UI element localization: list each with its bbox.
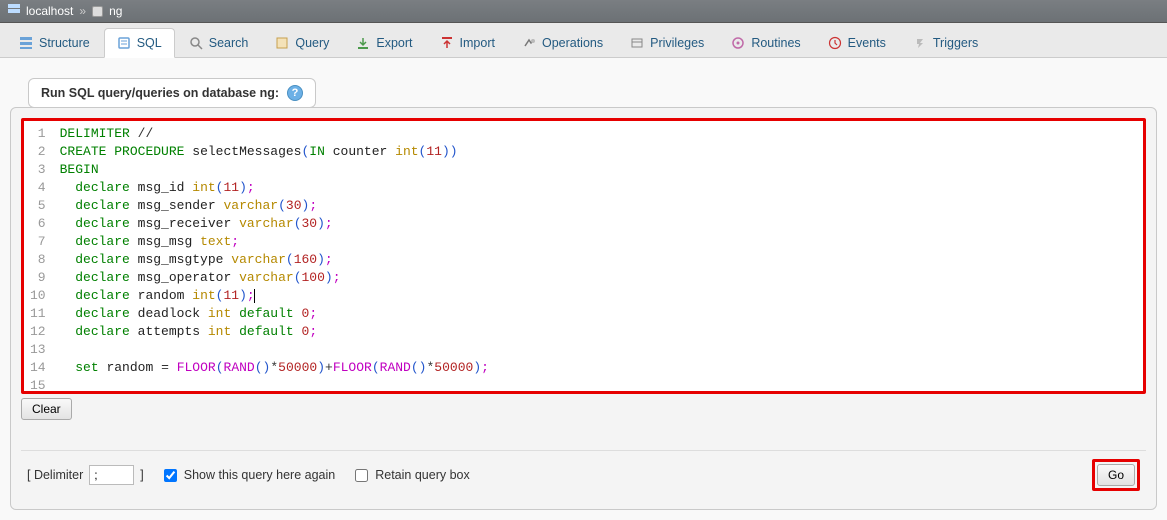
- line-number: 14: [30, 359, 46, 377]
- go-button-highlight: Go: [1092, 459, 1140, 491]
- code-line[interactable]: DELIMITER //: [60, 125, 1137, 143]
- tab-triggers[interactable]: Triggers: [900, 27, 991, 57]
- delimiter-label-open: [ Delimiter: [27, 468, 83, 482]
- clear-button[interactable]: Clear: [21, 398, 72, 420]
- line-number: 15: [30, 377, 46, 391]
- code-line[interactable]: [60, 377, 1137, 391]
- code-line[interactable]: declare msg_msg text;: [60, 233, 1137, 251]
- server-icon: [8, 4, 20, 18]
- tab-label-structure: Structure: [39, 36, 90, 50]
- tab-label-routines: Routines: [751, 36, 800, 50]
- code-line[interactable]: CREATE PROCEDURE selectMessages(IN count…: [60, 143, 1137, 161]
- line-number: 2: [30, 143, 46, 161]
- code-line[interactable]: declare attempts int default 0;: [60, 323, 1137, 341]
- tab-label-triggers: Triggers: [933, 36, 978, 50]
- line-number: 11: [30, 305, 46, 323]
- tab-routines[interactable]: Routines: [718, 27, 813, 57]
- tab-label-events: Events: [848, 36, 886, 50]
- tab-label-operations: Operations: [542, 36, 603, 50]
- nav-tabs: Structure SQL Search Query Export Import Opera…: [0, 23, 1167, 58]
- tab-label-privileges: Privileges: [650, 36, 704, 50]
- code-line[interactable]: declare random int(11);: [60, 287, 1137, 305]
- tab-label-export: Export: [376, 36, 412, 50]
- tab-operations[interactable]: Operations: [509, 27, 616, 57]
- code-line[interactable]: declare msg_sender varchar(30);: [60, 197, 1137, 215]
- import-icon: [440, 36, 454, 50]
- tab-label-import: Import: [460, 36, 495, 50]
- export-icon: [356, 36, 370, 50]
- sql-code-area[interactable]: DELIMITER //CREATE PROCEDURE selectMessa…: [54, 121, 1143, 391]
- code-line[interactable]: set random = FLOOR(RAND()*50000)+FLOOR(R…: [60, 359, 1137, 377]
- line-number: 3: [30, 161, 46, 179]
- line-number: 12: [30, 323, 46, 341]
- sql-panel-body: 123456789101112131415 DELIMITER //CREATE…: [10, 107, 1157, 510]
- show-again-label: Show this query here again: [184, 468, 335, 482]
- breadcrumb-server-link[interactable]: localhost: [26, 4, 73, 18]
- database-icon: [92, 6, 103, 17]
- tab-search[interactable]: Search: [176, 27, 262, 57]
- query-icon: [275, 36, 289, 50]
- code-line[interactable]: declare msg_receiver varchar(30);: [60, 215, 1137, 233]
- line-number-gutter: 123456789101112131415: [24, 121, 54, 391]
- sql-editor-frame: 123456789101112131415 DELIMITER //CREATE…: [21, 118, 1146, 394]
- tab-structure[interactable]: Structure: [6, 27, 103, 57]
- line-number: 9: [30, 269, 46, 287]
- sql-panel-title: Run SQL query/queries on database ng:: [41, 86, 279, 100]
- operations-icon: [522, 36, 536, 50]
- breadcrumb-database-link[interactable]: ng: [109, 4, 122, 18]
- retain-label: Retain query box: [375, 468, 470, 482]
- tab-query[interactable]: Query: [262, 27, 342, 57]
- retain-wrap[interactable]: Retain query box: [351, 466, 470, 485]
- tab-events[interactable]: Events: [815, 27, 899, 57]
- go-button[interactable]: Go: [1097, 464, 1135, 486]
- delimiter-input[interactable]: [89, 465, 134, 485]
- code-line[interactable]: declare msg_operator varchar(100);: [60, 269, 1137, 287]
- tab-label-search: Search: [209, 36, 249, 50]
- routines-icon: [731, 36, 745, 50]
- sql-icon: [117, 36, 131, 50]
- help-icon[interactable]: ?: [287, 85, 303, 101]
- tab-privileges[interactable]: Privileges: [617, 27, 717, 57]
- line-number: 10: [30, 287, 46, 305]
- triggers-icon: [913, 36, 927, 50]
- tab-label-query: Query: [295, 36, 329, 50]
- line-number: 1: [30, 125, 46, 143]
- search-icon: [189, 36, 203, 50]
- sql-options-bar: [ Delimiter ] Show this query here again…: [21, 450, 1146, 499]
- line-number: 4: [30, 179, 46, 197]
- code-line[interactable]: BEGIN: [60, 161, 1137, 179]
- breadcrumb-separator: »: [79, 4, 86, 18]
- events-icon: [828, 36, 842, 50]
- structure-icon: [19, 36, 33, 50]
- delimiter-label-close: ]: [140, 468, 143, 482]
- tab-label-sql: SQL: [137, 36, 162, 50]
- tab-import[interactable]: Import: [427, 27, 508, 57]
- breadcrumb: localhost » ng: [0, 0, 1167, 23]
- tab-export[interactable]: Export: [343, 27, 425, 57]
- line-number: 5: [30, 197, 46, 215]
- code-line[interactable]: declare msg_id int(11);: [60, 179, 1137, 197]
- retain-checkbox[interactable]: [355, 469, 368, 482]
- line-number: 13: [30, 341, 46, 359]
- tab-sql[interactable]: SQL: [104, 28, 175, 58]
- code-line[interactable]: [60, 341, 1137, 359]
- code-line[interactable]: declare msg_msgtype varchar(160);: [60, 251, 1137, 269]
- show-again-checkbox[interactable]: [164, 469, 177, 482]
- line-number: 8: [30, 251, 46, 269]
- sql-editor[interactable]: 123456789101112131415 DELIMITER //CREATE…: [24, 121, 1143, 391]
- code-line[interactable]: declare deadlock int default 0;: [60, 305, 1137, 323]
- line-number: 6: [30, 215, 46, 233]
- sql-panel-header: Run SQL query/queries on database ng: ?: [28, 78, 316, 108]
- show-again-wrap[interactable]: Show this query here again: [160, 466, 335, 485]
- line-number: 7: [30, 233, 46, 251]
- privileges-icon: [630, 36, 644, 50]
